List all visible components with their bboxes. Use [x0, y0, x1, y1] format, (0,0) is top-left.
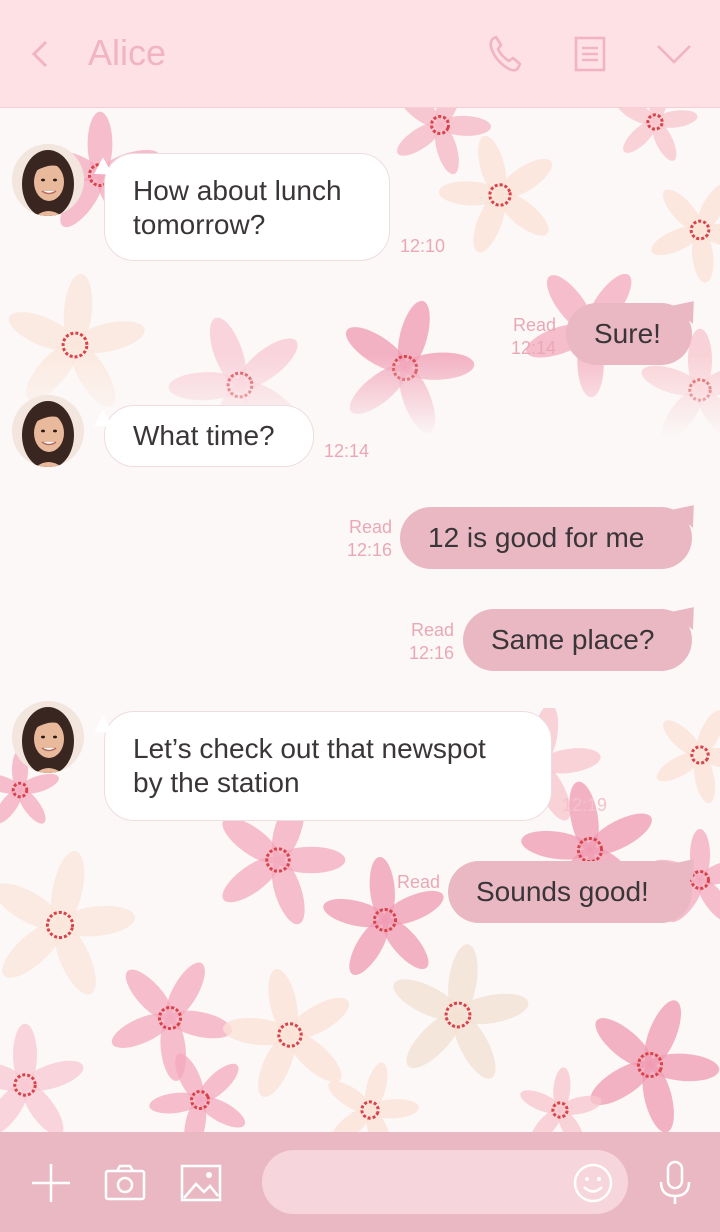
add-attachment-button[interactable] — [26, 1158, 76, 1208]
message-time: 12:16 — [346, 540, 392, 560]
message-text: Sounds good! — [476, 876, 649, 907]
flower-decoration — [656, 710, 720, 804]
document-icon — [574, 36, 606, 72]
gallery-button[interactable] — [176, 1158, 226, 1208]
flower-decoration — [149, 1053, 246, 1132]
message-text-line: tomorrow? — [133, 209, 266, 240]
message-time: 12:16 — [408, 643, 454, 663]
back-button[interactable] — [26, 34, 58, 74]
message-text: Same place? — [491, 624, 655, 655]
camera-icon — [104, 1164, 146, 1201]
message-text-line: How about lunch — [133, 175, 342, 206]
contact-avatar[interactable] — [12, 144, 84, 216]
message-text-line: Let’s check out that newspot — [133, 733, 486, 764]
menu-button[interactable] — [652, 30, 696, 78]
flower-decoration — [520, 1067, 602, 1132]
contact-avatar[interactable] — [12, 701, 84, 773]
plus-icon — [32, 1164, 70, 1202]
message-text: 12 is good for me — [428, 522, 645, 553]
flower-decoration — [0, 1023, 84, 1132]
outgoing-message[interactable]: 12 is good for me — [400, 507, 692, 569]
chat-header: Alice — [0, 0, 720, 108]
read-receipt: Read — [348, 517, 392, 537]
voice-button[interactable] — [650, 1158, 700, 1208]
image-icon — [180, 1164, 222, 1202]
outgoing-message[interactable]: Same place? — [463, 609, 692, 671]
read-receipt: Read — [396, 872, 440, 892]
microphone-icon — [659, 1160, 691, 1204]
message-time: 12:14 — [510, 338, 556, 358]
flower-decoration — [393, 944, 529, 1079]
read-receipt: Read — [512, 315, 556, 335]
message-time: 12:14 — [324, 441, 370, 461]
input-bar — [0, 1132, 720, 1232]
outgoing-message[interactable]: Sure! — [566, 303, 692, 365]
avatar-photo — [12, 144, 84, 216]
chevron-down-icon — [657, 45, 691, 64]
smiley-icon — [573, 1163, 613, 1203]
message-time: 12:19 — [562, 795, 608, 815]
avatar-photo — [12, 701, 84, 773]
message-text-line: by the station — [133, 767, 300, 798]
camera-button[interactable] — [100, 1158, 150, 1208]
message-text: Sure! — [594, 318, 661, 349]
phone-icon — [489, 35, 522, 72]
call-button[interactable] — [484, 30, 528, 78]
outgoing-message[interactable]: Sounds good! — [448, 861, 692, 923]
incoming-message[interactable]: How about lunch tomorrow? — [104, 153, 390, 261]
chevron-left-icon — [31, 40, 48, 68]
emoji-button[interactable] — [568, 1158, 618, 1208]
notes-button[interactable] — [568, 30, 612, 78]
message-text: What time? — [133, 420, 275, 451]
read-receipt: Read — [410, 620, 454, 640]
avatar-photo — [12, 395, 84, 467]
message-time: 12:10 — [400, 236, 446, 256]
incoming-message[interactable]: Let’s check out that newspot by the stat… — [104, 711, 552, 821]
contact-avatar[interactable] — [12, 395, 84, 467]
incoming-message[interactable]: What time? — [104, 405, 314, 467]
chat-title: Alice — [88, 32, 167, 73]
